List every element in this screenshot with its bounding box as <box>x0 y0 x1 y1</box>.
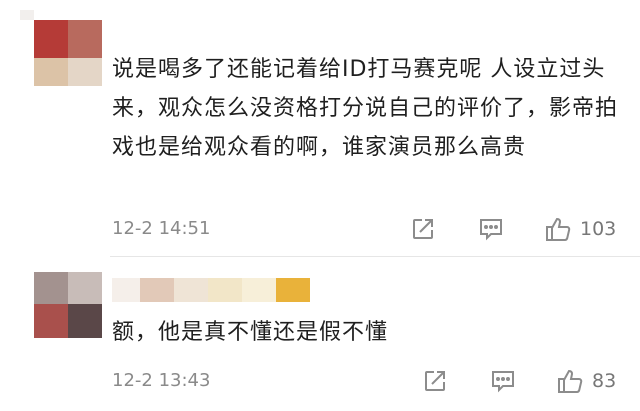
comment-icon <box>478 216 504 242</box>
comment-text: 额，他是真不懂还是假不懂 <box>112 320 389 345</box>
reply-button[interactable] <box>490 366 516 396</box>
share-icon <box>422 368 448 394</box>
share-button[interactable] <box>410 214 436 244</box>
like-count: 83 <box>592 370 617 392</box>
share-icon <box>410 216 436 242</box>
reply-button[interactable] <box>478 214 504 244</box>
like-button[interactable]: 83 <box>556 366 616 396</box>
comment-time: 12-2 13:43 <box>112 370 211 391</box>
comment-time: 12-2 14:51 <box>112 218 211 239</box>
comment-divider <box>110 256 640 257</box>
share-button[interactable] <box>422 366 448 396</box>
comment-actions: 12-2 13:43 83 <box>112 366 640 396</box>
comment-item: 说是喝多了还能记着给ID打马赛克呢 人设立过头来，观众怎么没资格打分说自己的评价… <box>0 0 640 258</box>
like-count: 103 <box>580 218 617 240</box>
like-button[interactable]: 103 <box>544 214 616 244</box>
comment-icon <box>490 368 516 394</box>
comment-actions: 12-2 14:51 103 <box>112 214 640 244</box>
thumbs-up-icon <box>544 215 572 243</box>
comment-item: 额，他是真不懂还是假不懂 12-2 13:43 83 <box>0 258 640 411</box>
comment-text: 说是喝多了还能记着给ID打马赛克呢 人设立过头来，观众怎么没资格打分说自己的评价… <box>112 57 619 160</box>
thumbs-up-icon <box>556 367 584 395</box>
